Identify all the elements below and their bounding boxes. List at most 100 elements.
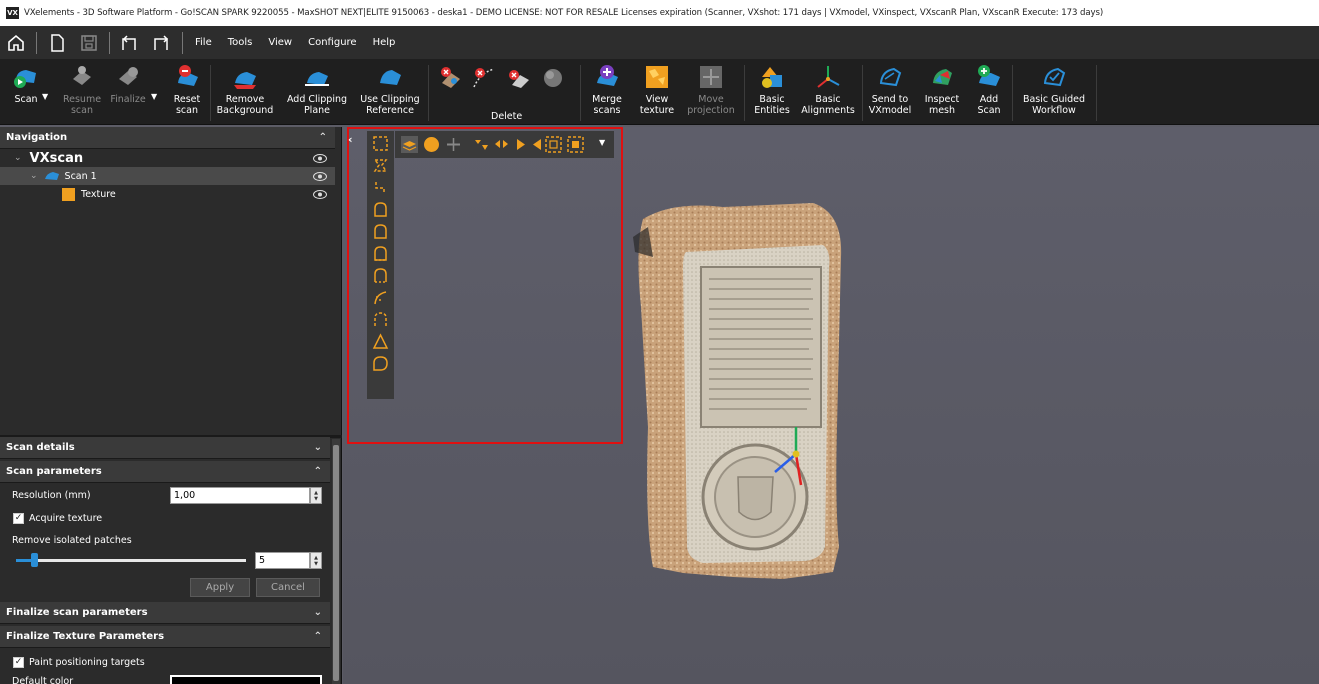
remove-isolated-spinner[interactable]: ▲ ▼ bbox=[310, 552, 322, 569]
menu-separator bbox=[109, 31, 110, 54]
menu-tools[interactable]: Tools bbox=[228, 37, 253, 48]
chevron-down-icon[interactable]: ⌄ bbox=[14, 153, 22, 163]
resolution-spinner[interactable]: ▲ ▼ bbox=[310, 487, 322, 504]
home-icon[interactable] bbox=[3, 30, 29, 56]
remove-background-icon bbox=[230, 62, 260, 92]
resume-scan-button[interactable]: Resume scan bbox=[60, 62, 104, 116]
finalize-scan-parameters-header[interactable]: Finalize scan parameters ⌄ bbox=[0, 602, 330, 624]
send-to-vxmodel-button[interactable]: Send to VXmodel bbox=[869, 62, 911, 116]
menu-configure[interactable]: Configure bbox=[308, 37, 356, 48]
chevron-down-icon[interactable]: ⌄ bbox=[30, 171, 38, 181]
undo-icon[interactable] bbox=[117, 30, 143, 56]
reset-scan-icon bbox=[172, 62, 202, 92]
use-clipping-reference-button[interactable]: Use Clipping Reference bbox=[358, 62, 422, 116]
freeform-select-icon[interactable] bbox=[372, 179, 389, 196]
surface-select-5-icon[interactable] bbox=[372, 311, 389, 328]
delete-tool-1[interactable] bbox=[436, 62, 464, 94]
navigation-header[interactable]: Navigation ⌃ bbox=[0, 127, 335, 149]
lasso-select-icon[interactable] bbox=[372, 157, 389, 174]
parameters-scrollbar[interactable] bbox=[332, 439, 340, 684]
save-icon[interactable] bbox=[76, 30, 102, 56]
finalize-dropdown-arrow[interactable]: ▼ bbox=[151, 92, 157, 101]
finalize-texture-parameters-header[interactable]: Finalize Texture Parameters ⌃ bbox=[0, 626, 330, 648]
delete-curve-icon bbox=[469, 62, 499, 92]
acquire-texture-checkbox[interactable]: ✓ bbox=[13, 513, 24, 524]
nav-item-texture[interactable]: Texture bbox=[0, 185, 335, 203]
ribbon-separator bbox=[428, 65, 429, 121]
cancel-button[interactable]: Cancel bbox=[256, 578, 320, 597]
surface-select-icon[interactable] bbox=[372, 201, 389, 218]
invert-selection-icon[interactable] bbox=[567, 136, 584, 153]
previous-selection-icon[interactable] bbox=[529, 136, 546, 153]
move-projection-button[interactable]: Move projection bbox=[686, 62, 736, 116]
visibility-eye-icon[interactable] bbox=[313, 189, 327, 199]
basic-alignments-button[interactable]: Basic Alignments bbox=[800, 62, 856, 116]
scan-icon bbox=[11, 62, 41, 92]
menu-file[interactable]: File bbox=[195, 37, 212, 48]
expand-selection-icon[interactable] bbox=[473, 136, 490, 153]
clipping-reference-icon bbox=[375, 62, 405, 92]
delete-tool-2[interactable] bbox=[470, 62, 498, 94]
merge-scans-icon bbox=[592, 62, 622, 92]
paint-positioning-targets-checkbox[interactable]: ✓ bbox=[13, 657, 24, 668]
delete-isolated-icon bbox=[503, 62, 533, 92]
chevron-up-icon[interactable]: ⌃ bbox=[314, 466, 322, 477]
finalize-button[interactable]: Finalize bbox=[108, 62, 148, 105]
select-all-icon[interactable] bbox=[545, 136, 562, 153]
slider-thumb[interactable] bbox=[31, 553, 39, 567]
app-logo: VX bbox=[6, 7, 19, 19]
surface-select-3-icon[interactable] bbox=[372, 245, 389, 262]
send-to-vxmodel-icon bbox=[875, 62, 905, 92]
scan-details-header[interactable]: Scan details ⌄ bbox=[0, 437, 330, 459]
new-file-icon[interactable] bbox=[44, 30, 70, 56]
inspect-mesh-button[interactable]: Inspect mesh bbox=[922, 62, 962, 116]
remove-background-button[interactable]: Remove Background bbox=[216, 62, 274, 116]
remove-isolated-input[interactable]: 5 bbox=[255, 552, 310, 569]
menu-view[interactable]: View bbox=[268, 37, 292, 48]
chevron-down-icon[interactable]: ⌄ bbox=[314, 607, 322, 618]
window-title-bar: VX VXelements - 3D Software Platform - G… bbox=[0, 0, 1319, 26]
visibility-eye-icon[interactable] bbox=[313, 153, 327, 163]
next-selection-icon[interactable] bbox=[513, 136, 530, 153]
chevron-up-icon[interactable]: ⌃ bbox=[319, 132, 327, 143]
surface-select-2-icon[interactable] bbox=[372, 223, 389, 240]
visibility-eye-icon[interactable] bbox=[313, 171, 327, 181]
default-color-swatch[interactable] bbox=[170, 675, 322, 684]
reset-scan-button[interactable]: Reset scan bbox=[168, 62, 206, 116]
plane-select-icon[interactable] bbox=[445, 136, 462, 153]
clipping-plane-icon bbox=[302, 62, 332, 92]
nav-item-vxscan[interactable]: ⌄ VXscan bbox=[0, 149, 335, 167]
delete-tool-3[interactable] bbox=[504, 62, 532, 94]
scan-parameters-header[interactable]: Scan parameters ⌃ bbox=[0, 461, 330, 483]
scrollbar-thumb[interactable] bbox=[333, 445, 339, 681]
shrink-selection-icon[interactable] bbox=[493, 136, 510, 153]
texture-icon bbox=[62, 187, 75, 201]
add-clipping-plane-button[interactable]: Add Clipping Plane bbox=[284, 62, 350, 116]
merge-scans-button[interactable]: Merge scans bbox=[590, 62, 624, 116]
chevron-down-icon[interactable]: ⌄ bbox=[314, 442, 322, 453]
curve-select-icon[interactable] bbox=[372, 289, 389, 306]
surface-select-4-icon[interactable] bbox=[372, 267, 389, 284]
sphere-select-icon[interactable] bbox=[423, 136, 440, 153]
add-scan-button[interactable]: Add Scan bbox=[974, 62, 1004, 116]
redo-icon[interactable] bbox=[149, 30, 175, 56]
rectangle-select-icon[interactable] bbox=[372, 135, 389, 152]
collapse-toolbar-icon[interactable]: ‹ bbox=[348, 133, 353, 146]
menu-help[interactable]: Help bbox=[373, 37, 396, 48]
nav-item-scan-1[interactable]: ⌄ Scan 1 bbox=[0, 167, 335, 185]
toolbar-dropdown-arrow[interactable]: ▼ bbox=[599, 138, 605, 147]
menu-separator bbox=[36, 31, 37, 54]
scan-dropdown-arrow[interactable]: ▼ bbox=[42, 92, 48, 101]
basic-guided-workflow-button[interactable]: Basic Guided Workflow bbox=[1022, 62, 1086, 116]
basic-entities-button[interactable]: Basic Entities bbox=[752, 62, 792, 116]
delete-tool-4[interactable] bbox=[538, 62, 566, 94]
remove-isolated-slider[interactable] bbox=[16, 553, 246, 567]
chevron-up-icon[interactable]: ⌃ bbox=[314, 631, 322, 642]
view-texture-button[interactable]: View texture bbox=[640, 62, 674, 116]
layers-select-icon[interactable] bbox=[401, 136, 418, 153]
scan-button[interactable]: Scan bbox=[8, 62, 44, 105]
triangle-select-icon[interactable] bbox=[372, 333, 389, 350]
apply-button[interactable]: Apply bbox=[190, 578, 250, 597]
resolution-input[interactable]: 1,00 bbox=[170, 487, 310, 504]
polygon-select-icon[interactable] bbox=[372, 355, 389, 372]
